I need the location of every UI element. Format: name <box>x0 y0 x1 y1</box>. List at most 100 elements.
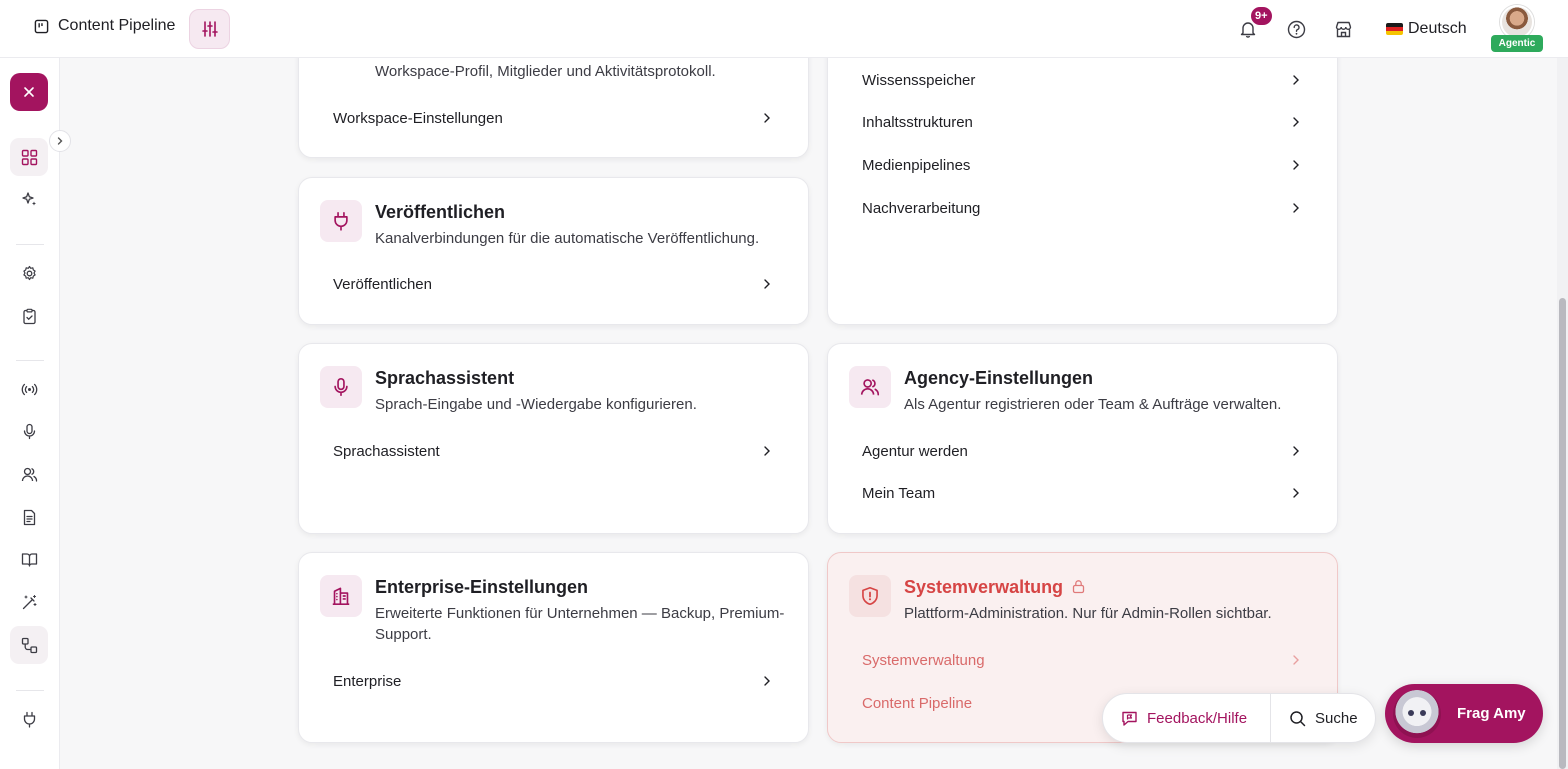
search-label: Suche <box>1315 709 1358 727</box>
users-icon <box>21 467 37 482</box>
robot-avatar-icon <box>1393 689 1441 738</box>
card-title: Agency-Einstellungen <box>904 368 1094 388</box>
book-open-icon <box>21 552 37 567</box>
link-media-pipelines[interactable]: Medienpipelines <box>862 154 1303 176</box>
sliders-icon <box>201 21 218 37</box>
expand-sidebar-button[interactable] <box>49 130 71 152</box>
plug-icon <box>320 200 362 242</box>
card-description: Als Agentur registrieren oder Team & Auf… <box>904 396 1282 413</box>
close-sidebar-button[interactable] <box>10 73 48 111</box>
chevron-right-icon <box>764 446 770 456</box>
card-description: Erweiterte Funktionen für Unternehmen — … <box>375 605 785 643</box>
workspace-description: Workspace-Profil, Mitglieder und Aktivit… <box>375 63 716 80</box>
ask-amy-label: Frag Amy <box>1457 705 1526 722</box>
help-circle-icon <box>1287 20 1305 38</box>
chevron-right-icon <box>764 279 770 289</box>
card-title: Enterprise-Einstellungen <box>375 577 589 597</box>
german-flag-icon <box>1386 23 1403 35</box>
chevron-right-icon <box>764 676 770 686</box>
link-workspace-settings[interactable]: Workspace-Einstellungen <box>333 107 774 129</box>
building-icon <box>320 575 362 617</box>
app-title: Content Pipeline <box>58 17 176 34</box>
user-avatar[interactable] <box>1500 5 1534 39</box>
feedback-label: Feedback/Hilfe <box>1147 709 1248 727</box>
radio-waves-icon <box>21 383 37 395</box>
help-button[interactable] <box>1286 19 1306 39</box>
scrollbar-thumb[interactable] <box>1559 298 1566 769</box>
card-title: Sprachassistent <box>375 368 515 388</box>
gear-icon <box>22 265 36 280</box>
sidebar-divider <box>16 360 44 361</box>
plug-icon <box>23 711 35 728</box>
magic-wand-icon <box>22 594 37 609</box>
message-flag-icon <box>1122 711 1137 726</box>
link-post-processing[interactable]: Nachverarbeitung <box>862 197 1303 219</box>
notification-badge: 9+ <box>1249 5 1274 27</box>
link-content-structures[interactable]: Inhaltsstrukturen <box>862 111 1303 133</box>
link-system-admin[interactable]: Systemverwaltung <box>862 649 1303 671</box>
floating-action-bar: Feedback/Hilfe Suche <box>1102 693 1376 743</box>
sidebar-item-team[interactable] <box>10 455 48 493</box>
chevron-right-icon <box>1293 488 1299 498</box>
card-description: Kanalverbindungen für die automatische V… <box>375 230 760 247</box>
sidebar-item-integrations[interactable] <box>10 700 48 738</box>
app-brand[interactable]: Content Pipeline <box>34 17 175 35</box>
sidebar-divider <box>16 244 44 245</box>
agency-settings-card: Agency-Einstellungen Als Agentur registr… <box>827 343 1338 534</box>
enterprise-settings-card: Enterprise-Einstellungen Erweiterte Funk… <box>298 552 809 743</box>
chevron-right-icon <box>1293 117 1299 127</box>
workflow-icon <box>21 637 37 653</box>
sidebar-item-library[interactable] <box>10 540 48 578</box>
close-icon <box>24 87 34 97</box>
store-button[interactable] <box>1333 19 1353 39</box>
sidebar-item-dashboard[interactable] <box>10 138 48 176</box>
chevron-right-icon <box>1293 75 1299 85</box>
sidebar-item-workflows[interactable] <box>10 626 48 664</box>
card-title: Systemverwaltung <box>904 577 1086 598</box>
sidebar <box>0 58 71 769</box>
user-role-badge: Agentic <box>1491 35 1543 52</box>
link-publish[interactable]: Veröffentlichen <box>333 273 774 295</box>
language-label: Deutsch <box>1408 20 1467 37</box>
shield-alert-icon <box>849 575 891 617</box>
chevron-right-icon <box>764 113 770 123</box>
users-icon <box>849 366 891 408</box>
sidebar-item-ai[interactable] <box>10 180 48 218</box>
sidebar-item-documents[interactable] <box>10 498 48 536</box>
feedback-button[interactable]: Feedback/Hilfe <box>1103 694 1271 742</box>
lock-icon <box>1072 580 1085 594</box>
card-description: Plattform-Administration. Nur für Admin-… <box>904 605 1272 622</box>
clipboard-check-icon <box>22 308 36 324</box>
board-icon <box>34 19 49 33</box>
sidebar-item-settings[interactable] <box>10 254 48 292</box>
language-selector[interactable]: Deutsch <box>1386 20 1467 38</box>
link-my-team[interactable]: Mein Team <box>862 482 1303 504</box>
card-description: Sprach-Eingabe und -Wiedergabe konfiguri… <box>375 396 697 413</box>
microphone-icon <box>320 366 362 408</box>
sidebar-divider <box>16 690 44 691</box>
card-title: Veröffentlichen <box>375 202 506 222</box>
sidebar-item-broadcast[interactable] <box>10 370 48 408</box>
sidebar-item-magic[interactable] <box>10 583 48 621</box>
chevron-right-icon <box>1293 160 1299 170</box>
top-bar: Content Pipeline 9+ Deutsch Agentic <box>0 0 1568 58</box>
sidebar-item-voice[interactable] <box>10 412 48 450</box>
chevron-right-icon <box>57 137 63 145</box>
store-icon <box>1335 21 1351 37</box>
link-knowledge-store[interactable]: Wissensspeicher <box>862 69 1303 91</box>
publish-card: Veröffentlichen Kanalverbindungen für di… <box>298 177 809 325</box>
search-button[interactable]: Suche <box>1271 694 1358 742</box>
link-voice-assistant[interactable]: Sprachassistent <box>333 440 774 462</box>
chevron-right-icon <box>1293 655 1299 665</box>
chevron-right-icon <box>1293 203 1299 213</box>
microphone-icon <box>23 423 35 439</box>
settings-toggle-button[interactable] <box>189 9 230 49</box>
chevron-right-icon <box>1293 446 1299 456</box>
link-become-agency[interactable]: Agentur werden <box>862 440 1303 462</box>
sparkles-icon <box>21 191 36 205</box>
sidebar-item-tasks[interactable] <box>10 297 48 335</box>
ask-amy-button[interactable]: Frag Amy <box>1385 684 1543 743</box>
document-icon <box>23 509 35 525</box>
search-icon <box>1290 710 1306 726</box>
link-enterprise[interactable]: Enterprise <box>333 670 774 692</box>
